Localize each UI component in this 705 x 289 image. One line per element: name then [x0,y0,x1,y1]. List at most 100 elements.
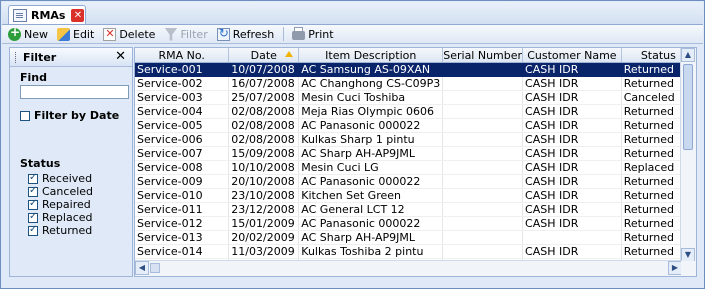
table-row[interactable]: Service-003 25/07/2008 Mesin Cuci Toshiba C… [135,90,696,105]
table-cell: CASH IDR [522,216,622,231]
scroll-down-icon[interactable]: ▼ [681,248,695,262]
status-checkbox-replaced[interactable]: Replaced [28,211,93,224]
table-cell: Service-012 [135,216,230,231]
table-row[interactable]: Service-005 02/08/2008 AC Panasonic 000022… [135,118,696,133]
column-header-label: Serial Number [443,48,523,62]
tab-rmas[interactable]: RMAs ✕ [8,5,86,24]
new-button[interactable]: New [8,25,48,41]
filter-by-date-checkbox[interactable]: Filter by Date [20,109,119,122]
find-input[interactable] [20,85,129,99]
scroll-left-icon[interactable]: ◀ [135,261,149,275]
table-cell: 20/10/2008 [228,174,300,189]
table-cell: Service-003 [135,90,230,105]
sort-ascending-icon [285,51,294,57]
new-label: New [24,27,48,41]
table-cell: CASH IDR [522,146,622,161]
rma-window: RMAs ✕ New Edit Delete Filter Refresh Pr… [0,0,705,289]
close-icon[interactable]: ✕ [71,8,85,22]
table-cell [442,90,524,105]
table-cell: Service-013 [135,230,230,245]
table-row[interactable]: Service-001 10/07/2008 AC Samsung AS-09XAN… [135,62,696,77]
checkbox-icon[interactable] [28,198,38,210]
column-header[interactable]: Date [228,48,300,63]
refresh-icon [216,26,230,41]
table-cell: CASH IDR [522,76,622,91]
table-cell: CASH IDR [522,174,622,189]
edit-button[interactable]: Edit [57,27,94,41]
tab-label: RMAs [31,8,66,22]
delete-label: Delete [119,27,156,41]
pencil-icon [57,27,70,41]
table-cell: Service-004 [135,104,230,119]
grip-icon[interactable] [15,51,19,63]
rma-table: RMA No. Date Item Description Serial Number… [135,48,696,273]
status-checkbox-received[interactable]: Received [28,172,93,185]
column-header-label: RMA No. [158,48,205,62]
table-row[interactable]: Service-004 02/08/2008 Meja Rias Olympic 0… [135,104,696,119]
table-cell [442,132,524,147]
table-cell: Service-010 [135,188,230,203]
table-cell [442,244,524,259]
column-header[interactable]: Customer Name [522,48,622,63]
table-cell: 10/07/2008 [228,62,300,77]
checkbox-icon[interactable] [28,224,38,236]
document-icon [13,8,27,22]
toolbar: New Edit Delete Filter Refresh Print [2,25,703,44]
checkbox-icon[interactable] [28,185,38,197]
filter-label: Filter [180,27,208,41]
checkbox-icon[interactable] [28,211,38,223]
table-row[interactable]: Service-010 23/10/2008 Kitchen Set Green CA… [135,188,696,203]
table-row[interactable]: Service-012 15/01/2009 AC Panasonic 000022… [135,216,696,231]
horizontal-scrollbar[interactable]: ◀ ▶ [135,260,682,276]
status-checkbox-returned[interactable]: Returned [28,224,93,237]
table-cell: 20/02/2009 [228,230,300,245]
table-cell: CASH IDR [522,132,622,147]
table-row[interactable]: Service-011 23/12/2008 AC General LCT 12 CA… [135,202,696,217]
status-checkbox-repaired[interactable]: Repaired [28,198,93,211]
filter-button[interactable]: Filter [164,27,208,41]
scroll-thumb[interactable] [683,64,693,150]
status-list: ReceivedCanceledRepairedReplacedReturned [28,172,93,237]
status-checkbox-label: Returned [42,224,93,237]
table-cell [442,230,524,245]
table-cell: AC Sharp AH-AP9JML [298,230,444,245]
table-cell: AC General LCT 12 [298,202,444,217]
grid-body: Service-001 10/07/2008 AC Samsung AS-09XAN… [135,62,696,273]
table-cell: 02/08/2008 [228,132,300,147]
checkbox-icon[interactable] [28,172,38,184]
table-cell: AC Panasonic 000022 [298,174,444,189]
table-row[interactable]: Service-009 20/10/2008 AC Panasonic 000022… [135,174,696,189]
table-cell: 23/12/2008 [228,202,300,217]
table-cell: AC Panasonic 000022 [298,118,444,133]
refresh-button[interactable]: Refresh [216,26,275,41]
column-header[interactable]: Item Description [298,48,444,63]
table-cell: Service-007 [135,146,230,161]
status-checkbox-canceled[interactable]: Canceled [28,185,93,198]
table-row[interactable]: Service-008 10/10/2008 Mesin Cuci LG CASH I… [135,160,696,175]
table-cell: CASH IDR [522,118,622,133]
column-header[interactable]: RMA No. [135,48,230,63]
table-row[interactable]: Service-014 11/03/2009 Kulkas Toshiba 2 pi… [135,244,696,259]
table-cell: Kulkas Sharp 1 pintu [298,132,444,147]
delete-button[interactable]: Delete [103,27,156,41]
table-cell: Service-001 [135,62,230,77]
table-cell [442,62,524,77]
print-button[interactable]: Print [292,27,334,41]
scroll-up-icon[interactable]: ▲ [681,48,695,62]
table-cell [442,188,524,203]
column-header[interactable]: Serial Number [442,48,524,63]
table-row[interactable]: Service-002 16/07/2008 AC Changhong CS-C09… [135,76,696,91]
scroll-thumb[interactable] [150,263,160,273]
table-row[interactable]: Service-013 20/02/2009 AC Sharp AH-AP9JML R… [135,230,696,245]
vertical-scrollbar[interactable]: ▲ ▼ [680,48,696,262]
close-icon[interactable]: ✕ [115,49,126,64]
scroll-right-icon[interactable]: ▶ [668,261,682,275]
checkbox-icon[interactable] [20,110,30,121]
table-row[interactable]: Service-006 02/08/2008 Kulkas Sharp 1 pint… [135,132,696,147]
refresh-label: Refresh [232,27,275,41]
table-row[interactable]: Service-007 15/09/2008 AC Sharp AH-AP9JML C… [135,146,696,161]
filter-panel-header: Filter ✕ [10,48,132,67]
table-cell [442,216,524,231]
column-header-label: Item Description [325,48,417,62]
table-cell: 02/08/2008 [228,104,300,119]
